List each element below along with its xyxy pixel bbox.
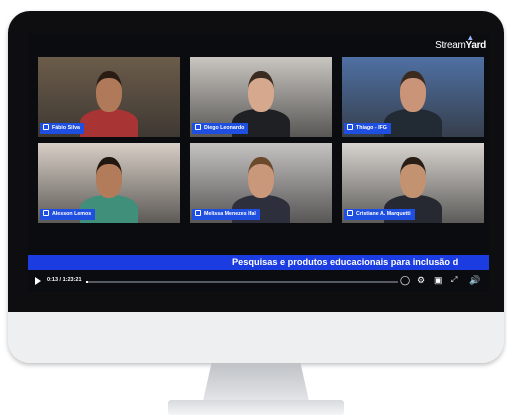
screen-icon (195, 123, 201, 130)
play-icon[interactable] (35, 277, 41, 285)
screen-icon (43, 123, 49, 130)
screen-icon (195, 209, 201, 216)
participant-head (96, 71, 122, 112)
screen-icon (43, 209, 49, 216)
screen-icon (347, 209, 353, 216)
participant-name-label: Diego Leonardo (192, 123, 249, 134)
streamyard-logo: ▲ StreamYard (435, 33, 486, 51)
seek-bar-fill (86, 281, 88, 283)
participant-tile: Diego Leonardo (190, 57, 332, 137)
monitor-foot (168, 400, 344, 415)
monitor-chin (8, 312, 504, 363)
participant-body (384, 109, 442, 137)
streamyard-logo-icon: ▲ (466, 33, 474, 42)
participant-name-label: Cristiane A. Marquetti (344, 209, 415, 220)
time-display: 0:13 / 1:23:21 (47, 277, 82, 283)
player-controls: 0:13 / 1:23:21 ◯ ⚙ ▣ ⤢ 🔊 (28, 272, 489, 292)
participant-name-label: Fábio Silva (40, 123, 84, 134)
video-screen[interactable]: ▲ StreamYard Fábio Silva Diego Leonardo … (28, 33, 489, 292)
participant-head (248, 71, 274, 112)
screen-icon (347, 123, 353, 130)
participant-name-label: Thiago - IFG (344, 123, 391, 134)
captions-icon[interactable]: ◯ (400, 275, 410, 285)
participant-tile: Fábio Silva (38, 57, 180, 137)
participant-name: Cristiane A. Marquetti (356, 211, 411, 217)
participant-name: Melissa Menezes Ifal (204, 211, 256, 217)
participant-head (248, 157, 274, 198)
participant-tile: Alesson Lemos (38, 143, 180, 223)
participant-head (400, 157, 426, 198)
participant-name: Diego Leonardo (204, 125, 245, 131)
participant-tile: Thiago - IFG (342, 57, 484, 137)
participant-name-label: Alesson Lemos (40, 209, 96, 220)
miniplayer-icon[interactable]: ▣ (434, 275, 443, 285)
participant-body (80, 109, 138, 137)
fullscreen-icon[interactable]: ⤢ (451, 275, 457, 285)
participant-name-label: Melissa Menezes Ifal (192, 209, 260, 220)
participant-head (96, 157, 122, 198)
participant-video (74, 57, 144, 137)
participant-name: Thiago - IFG (356, 125, 387, 131)
participant-tile: Melissa Menezes Ifal (190, 143, 332, 223)
participant-name: Fábio Silva (52, 125, 80, 131)
monitor-stand (203, 363, 309, 401)
volume-icon[interactable]: 🔊 (469, 275, 480, 285)
settings-gear-icon[interactable]: ⚙ (417, 275, 425, 285)
participant-tile: Cristiane A. Marquetti (342, 143, 484, 223)
lower-third-ticker: Pesquisas e produtos educacionais para i… (28, 255, 489, 270)
participant-head (400, 71, 426, 112)
participant-name: Alesson Lemos (52, 211, 92, 217)
seek-bar[interactable] (86, 281, 398, 283)
